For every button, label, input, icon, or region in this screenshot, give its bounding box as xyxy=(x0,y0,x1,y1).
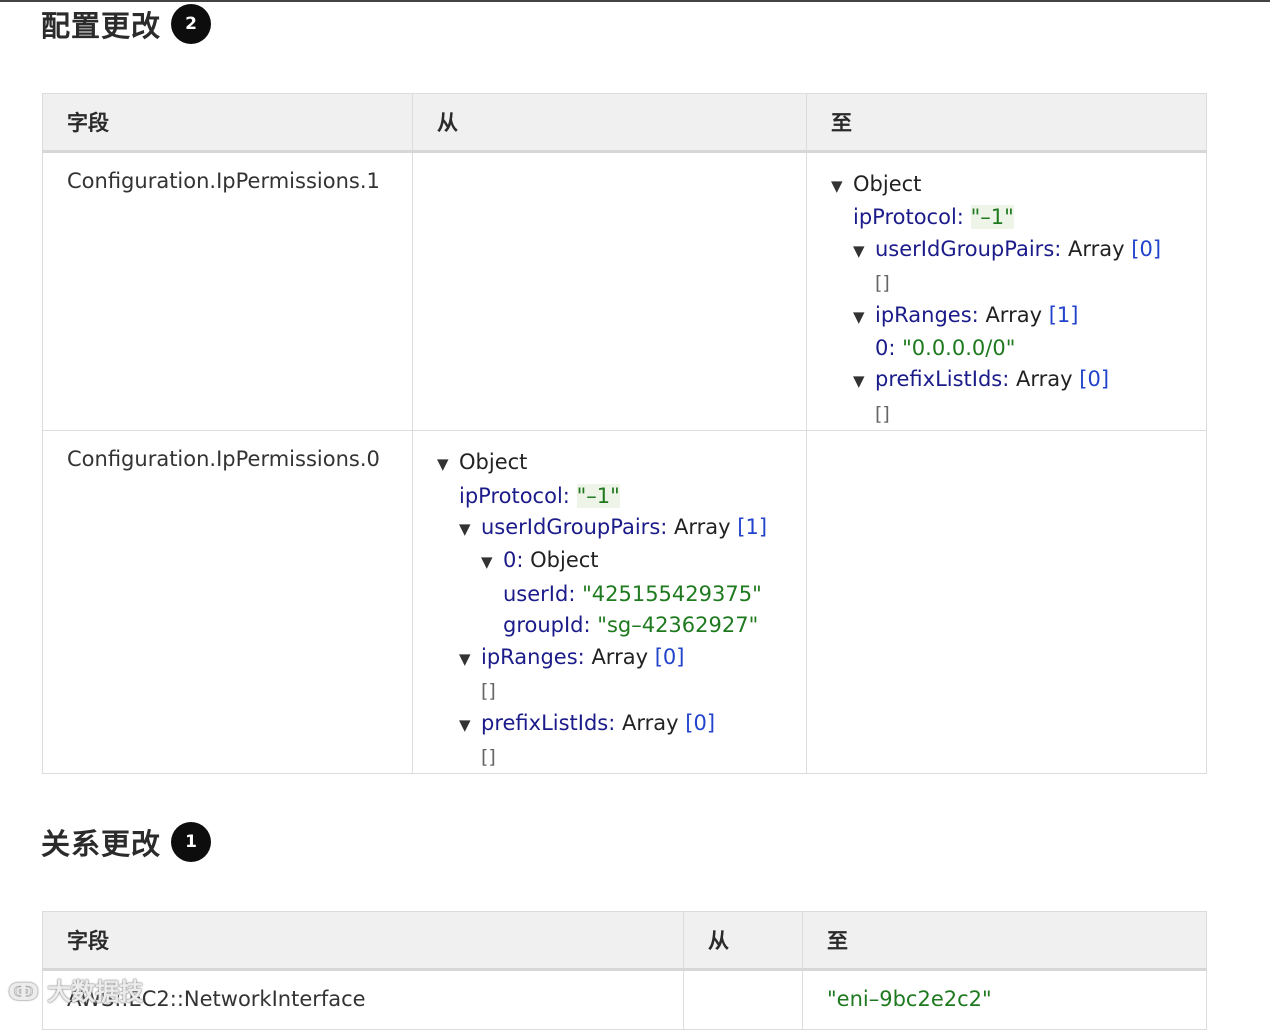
triangle-down-icon[interactable]: ▼ xyxy=(459,710,481,741)
triangle-down-icon[interactable]: ▼ xyxy=(853,302,875,333)
watermark-icon: ↂ xyxy=(8,978,39,1006)
tree-node-useridgrouppairs[interactable]: ▼ userIdGroupPairs: Array [0] xyxy=(831,234,1206,267)
tree-prop-ipranges-0: 0: "0.0.0.0/0" xyxy=(875,336,1016,361)
table-row: AWS::EC2::NetworkInterface "eni–9bc2e2c2… xyxy=(42,969,1207,1030)
tree-node-ipranges[interactable]: ▼ ipRanges: Array [0] xyxy=(437,642,806,675)
tree-node-prefixlistids[interactable]: ▼ prefixListIds: Array [0] xyxy=(437,708,806,741)
triangle-down-icon[interactable]: ▼ xyxy=(481,547,503,578)
relationship-changes-heading: 关系更改 xyxy=(41,827,162,861)
triangle-down-icon[interactable]: ▼ xyxy=(853,236,875,267)
json-tree: ▼ Object ipProtocol: "–1" ▼ userIdGroupPai… xyxy=(831,169,1206,430)
field-cell: AWS::EC2::NetworkInterface xyxy=(42,969,684,1030)
triangle-down-icon[interactable]: ▼ xyxy=(459,514,481,545)
column-header-field: 字段 xyxy=(42,93,413,153)
relationship-changes-title: 关系更改 1 xyxy=(41,820,212,864)
relationship-changes-count-badge: 1 xyxy=(171,822,212,862)
column-header-to: 至 xyxy=(802,911,1207,971)
tree-node-prefixlistids[interactable]: ▼ prefixListIds: Array [0] xyxy=(831,364,1206,397)
tree-prop-ipprotocol: ipProtocol: "–1" xyxy=(853,205,1014,230)
field-cell: Configuration.IpPermissions.0 xyxy=(42,430,413,775)
relationship-table-header-row: 字段 从 至 xyxy=(42,911,1207,971)
column-header-from: 从 xyxy=(683,911,803,971)
tree-node-object[interactable]: ▼ Object xyxy=(831,169,1206,202)
tree-prop-ipprotocol: ipProtocol: "–1" xyxy=(459,483,620,508)
triangle-down-icon[interactable]: ▼ xyxy=(831,171,853,202)
tree-empty-array: [] xyxy=(481,680,496,703)
table-row: Configuration.IpPermissions.1 ▼ Object ip… xyxy=(42,150,1207,432)
triangle-down-icon[interactable]: ▼ xyxy=(853,366,875,397)
column-header-field: 字段 xyxy=(42,911,684,971)
from-cell xyxy=(683,969,803,1030)
triangle-down-icon[interactable]: ▼ xyxy=(459,644,481,675)
from-cell-empty xyxy=(412,150,807,432)
to-cell-empty xyxy=(806,430,1207,775)
config-table-header-row: 字段 从 至 xyxy=(42,93,1207,153)
column-header-from: 从 xyxy=(412,93,807,153)
config-changes-title: 配置更改 2 xyxy=(41,2,212,46)
tree-prop-userid: userId: "425155429375" xyxy=(503,581,762,606)
table-row: Configuration.IpPermissions.0 ▼ Object ip… xyxy=(42,430,1207,775)
tree-node-useridgrouppairs[interactable]: ▼ userIdGroupPairs: Array [1] xyxy=(437,512,806,545)
tree-prop-groupid: groupId: "sg–42362927" xyxy=(503,613,759,638)
tree-empty-array: [] xyxy=(481,745,496,768)
from-cell: ▼ Object ipProtocol: "–1" ▼ userIdGroupPai… xyxy=(412,430,807,775)
field-cell: Configuration.IpPermissions.1 xyxy=(42,150,413,432)
config-changes-heading: 配置更改 xyxy=(41,9,162,43)
to-cell: ▼ Object ipProtocol: "–1" ▼ userIdGroupPai… xyxy=(806,150,1207,432)
to-cell: "eni–9bc2e2c2" xyxy=(802,969,1207,1030)
triangle-down-icon[interactable]: ▼ xyxy=(437,449,459,480)
tree-empty-array: [] xyxy=(875,402,890,425)
tree-node-object[interactable]: ▼ Object xyxy=(437,447,806,480)
tree-empty-array: [] xyxy=(875,272,890,295)
tree-node-ipranges[interactable]: ▼ ipRanges: Array [1] xyxy=(831,300,1206,333)
config-changes-count-badge: 2 xyxy=(171,4,212,44)
relationship-changes-table: 字段 从 至 AWS::EC2::NetworkInterface "eni–9… xyxy=(42,911,1207,1030)
tree-node-item-0[interactable]: ▼ 0: Object xyxy=(437,545,806,578)
json-tree: ▼ Object ipProtocol: "–1" ▼ userIdGroupPai… xyxy=(437,447,806,773)
column-header-to: 至 xyxy=(806,93,1207,153)
config-changes-table: 字段 从 至 Configuration.IpPermissions.1 ▼ Ob… xyxy=(42,93,1207,775)
